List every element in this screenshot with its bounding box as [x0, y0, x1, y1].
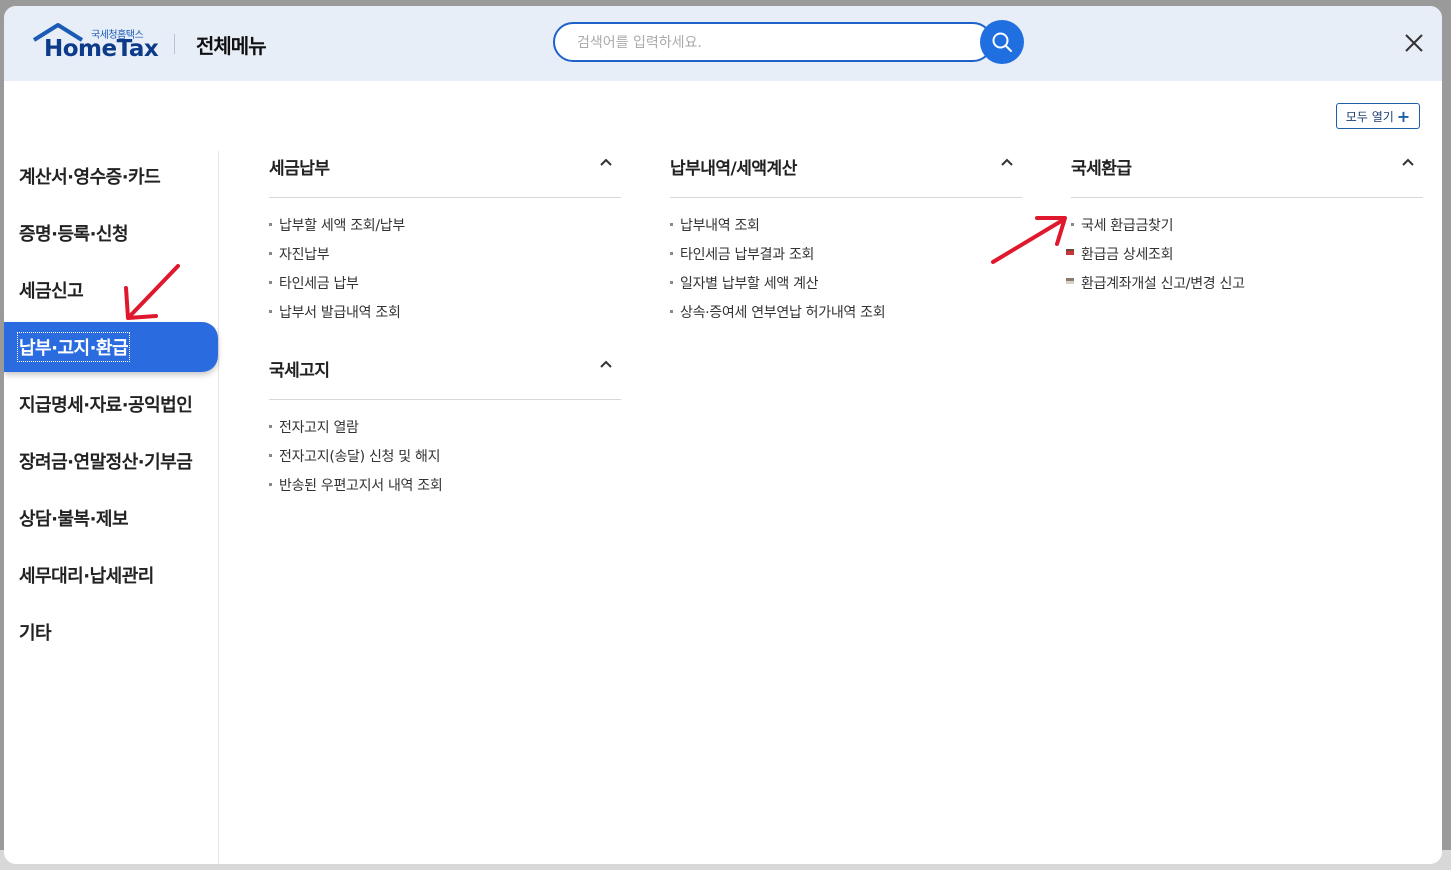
chevron-up-icon	[1402, 158, 1414, 166]
menu-link[interactable]: 일자별 납부할 세액 계산	[670, 273, 1022, 302]
section-payment-history: 납부내역/세액계산 납부내역 조회 타인세금 납부결과 조회 일자별 납부할 세…	[670, 152, 1022, 331]
logo-brand-text: HomeTax	[44, 36, 159, 62]
section-tax-payment: 세금납부 납부할 세액 조회/납부 자진납부 타인세금 납부 납부서 발급내역 …	[269, 152, 621, 331]
menu-link[interactable]: 국세 환급금찾기	[1071, 215, 1423, 244]
section-title: 납부내역/세액계산	[670, 159, 797, 179]
header-divider	[174, 34, 175, 54]
left-nav-divider	[218, 151, 219, 864]
menu-link[interactable]: 타인세금 납부	[269, 273, 621, 302]
section-link-list: 전자고지 열람 전자고지(송달) 신청 및 해지 반송된 우편고지서 내역 조회	[269, 400, 621, 504]
section-tax-refund: 국세환급 국세 환급금찾기 환급금 상세조회 환급계좌개설 신고/변경 신고	[1066, 152, 1423, 302]
close-button[interactable]	[1396, 29, 1432, 59]
category-nav: 계산서·영수증·카드 증명·등록·신청 세금신고 납부·고지·환급 지급명세·자…	[4, 151, 218, 864]
section-link-list: 납부할 세액 조회/납부 자진납부 타인세금 납부 납부서 발급내역 조회	[269, 198, 621, 331]
chevron-up-icon	[1001, 158, 1013, 166]
menu-link[interactable]: 상속·증여세 연부연납 허가내역 조회	[670, 302, 1022, 331]
section-link-list: 국세 환급금찾기 환급금 상세조회 환급계좌개설 신고/변경 신고	[1066, 198, 1423, 302]
section-header[interactable]: 국세환급	[1071, 152, 1423, 198]
section-title: 국세환급	[1071, 159, 1132, 179]
nav-item-invoices-receipts-cards[interactable]: 계산서·영수증·카드	[4, 151, 218, 201]
nav-item-payment-notice-refund[interactable]: 납부·고지·환급	[4, 322, 218, 372]
chevron-up-icon	[600, 158, 612, 166]
section-title: 국세고지	[269, 361, 330, 381]
full-menu-modal: 국세청홈택스 HomeTax 전체메뉴 모두 열기 + 계산서·영수증·카드 증…	[4, 6, 1442, 864]
menu-link[interactable]: 납부할 세액 조회/납부	[269, 215, 621, 244]
menu-link[interactable]: 환급계좌개설 신고/변경 신고	[1066, 273, 1423, 302]
page-title: 전체메뉴	[196, 34, 267, 58]
search-box	[553, 22, 993, 62]
section-header[interactable]: 세금납부	[269, 152, 621, 198]
nav-item-label: 상담·불복·제보	[19, 509, 129, 530]
hometax-logo[interactable]: 국세청홈택스 HomeTax	[32, 22, 159, 64]
menu-link-label: 국세 환급금찾기	[1081, 218, 1174, 234]
menu-link-label: 환급금 상세조회	[1081, 247, 1174, 263]
nav-item-label: 증명·등록·신청	[19, 224, 129, 245]
nav-item-tax-agent-management[interactable]: 세무대리·납세관리	[4, 550, 218, 600]
menu-link[interactable]: 환급금 상세조회	[1066, 244, 1423, 273]
section-title: 세금납부	[269, 159, 330, 179]
nav-item-payment-statements[interactable]: 지급명세·자료·공익법인	[4, 379, 218, 429]
open-all-button[interactable]: 모두 열기 +	[1336, 103, 1420, 129]
search-button[interactable]	[980, 20, 1024, 64]
close-icon	[1405, 34, 1423, 52]
nav-item-label: 계산서·영수증·카드	[19, 167, 161, 188]
menu-link[interactable]: 납부서 발급내역 조회	[269, 302, 621, 331]
menu-link-label: 환급계좌개설 신고/변경 신고	[1081, 276, 1245, 292]
search-input[interactable]	[575, 24, 979, 62]
section-header[interactable]: 납부내역/세액계산	[670, 152, 1022, 198]
section-header[interactable]: 국세고지	[269, 354, 621, 400]
nav-item-label: 세금신고	[19, 281, 84, 302]
nav-item-label: 세무대리·납세관리	[19, 566, 154, 587]
plus-icon: +	[1396, 106, 1411, 126]
search-icon	[992, 32, 1012, 52]
nav-item-incentives-year-end[interactable]: 장려금·연말정산·기부금	[4, 436, 218, 486]
menu-link[interactable]: 전자고지(송달) 신청 및 해지	[269, 446, 621, 475]
nav-item-certificates-registration[interactable]: 증명·등록·신청	[4, 208, 218, 258]
nav-item-label: 장려금·연말정산·기부금	[19, 452, 193, 473]
thumbnail-icon	[1066, 249, 1074, 255]
open-all-label: 모두 열기	[1345, 109, 1394, 124]
nav-item-tax-filing[interactable]: 세금신고	[4, 265, 218, 315]
section-tax-notice: 국세고지 전자고지 열람 전자고지(송달) 신청 및 해지 반송된 우편고지서 …	[269, 354, 621, 504]
thumbnail-icon	[1066, 278, 1074, 284]
nav-item-label: 납부·고지·환급	[16, 332, 131, 362]
menu-link[interactable]: 자진납부	[269, 244, 621, 273]
nav-item-label: 지급명세·자료·공익법인	[19, 395, 193, 416]
modal-header: 국세청홈택스 HomeTax 전체메뉴	[4, 6, 1442, 81]
nav-item-consulting-appeals[interactable]: 상담·불복·제보	[4, 493, 218, 543]
chevron-up-icon	[600, 360, 612, 368]
menu-link[interactable]: 전자고지 열람	[269, 417, 621, 446]
nav-item-label: 기타	[19, 623, 52, 644]
section-link-list: 납부내역 조회 타인세금 납부결과 조회 일자별 납부할 세액 계산 상속·증여…	[670, 198, 1022, 331]
menu-link[interactable]: 반송된 우편고지서 내역 조회	[269, 475, 621, 504]
nav-item-etc[interactable]: 기타	[4, 607, 218, 657]
menu-link[interactable]: 타인세금 납부결과 조회	[670, 244, 1022, 273]
menu-link[interactable]: 납부내역 조회	[670, 215, 1022, 244]
